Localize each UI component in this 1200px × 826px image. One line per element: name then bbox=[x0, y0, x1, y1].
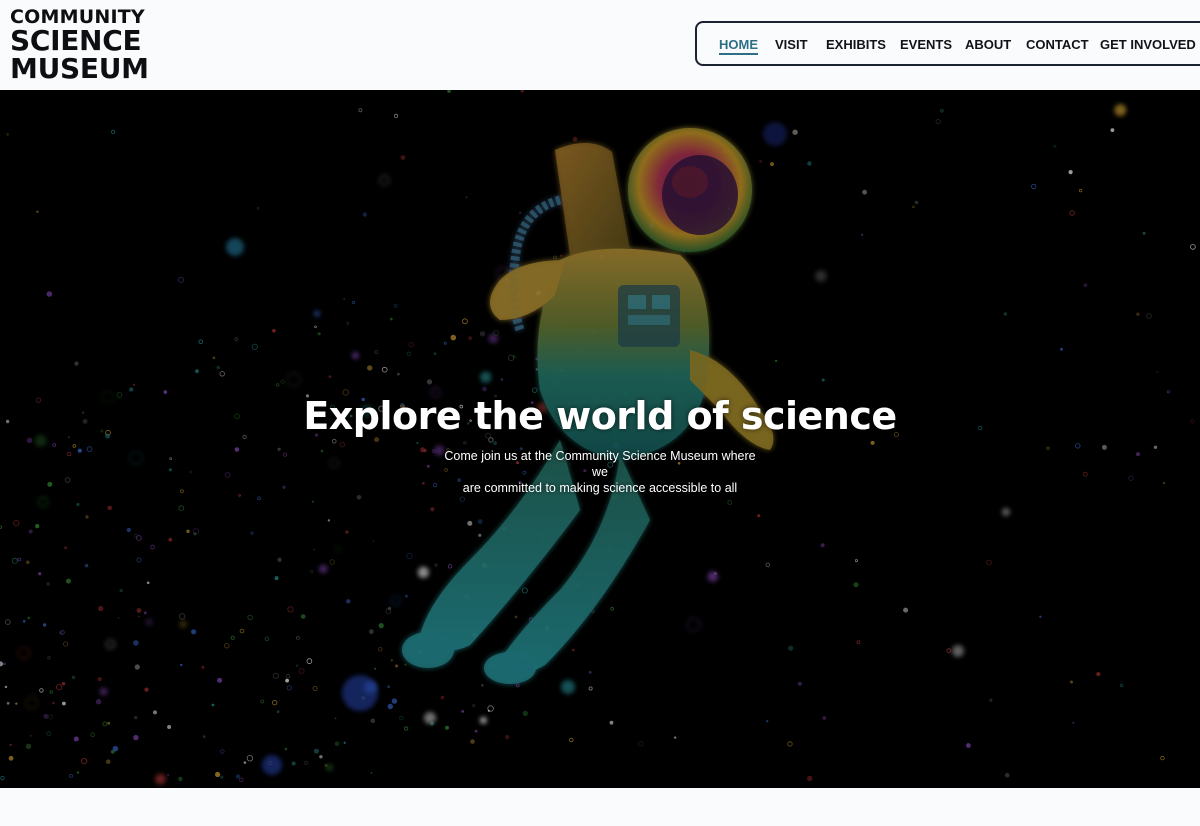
nav-item-home[interactable]: HOME bbox=[719, 37, 758, 55]
page-below-hero bbox=[0, 788, 1200, 826]
nav-item-events[interactable]: EVENTS bbox=[900, 37, 952, 52]
nav-item-get-involved[interactable]: GET INVOLVED bbox=[1100, 37, 1196, 52]
nav-item-visit[interactable]: VISIT bbox=[775, 37, 808, 52]
logo-line-3: MUSEUM bbox=[10, 52, 149, 85]
nav-item-exhibits[interactable]: EXHIBITS bbox=[826, 37, 886, 52]
hero-subtitle-line-2: are committed to making science accessib… bbox=[462, 481, 738, 495]
nav-item-about[interactable]: ABOUT bbox=[965, 37, 1011, 52]
main-navigation: HOME VISIT EXHIBITS EVENTS ABOUT CONTACT… bbox=[695, 21, 1200, 66]
astronaut-illustration bbox=[0, 90, 1200, 788]
hero-subtitle: Come join us at the Community Science Mu… bbox=[440, 448, 760, 496]
hero-title: Explore the world of science bbox=[303, 394, 897, 438]
site-header: COMMUNITY SCIENCE MUSEUM HOME VISIT EXHI… bbox=[0, 0, 1200, 90]
logo-line-2: SCIENCE bbox=[10, 24, 142, 57]
hero-subtitle-line-1: Come join us at the Community Science Mu… bbox=[444, 449, 756, 479]
hero-banner: Explore the world of science Come join u… bbox=[0, 90, 1200, 788]
site-logo[interactable]: COMMUNITY SCIENCE MUSEUM bbox=[10, 8, 149, 83]
nav-item-contact[interactable]: CONTACT bbox=[1026, 37, 1089, 52]
